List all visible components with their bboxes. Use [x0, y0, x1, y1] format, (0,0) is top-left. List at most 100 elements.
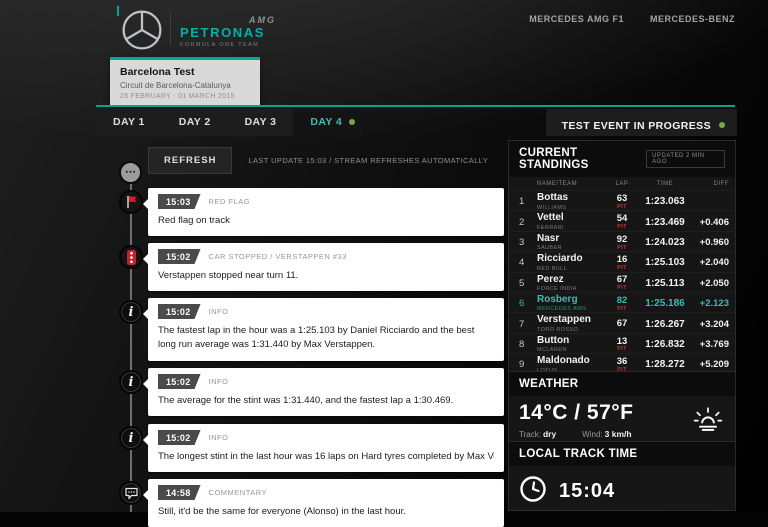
- driver-team: MERCEDES AMG: [537, 306, 587, 313]
- feed-body: The longest stint in the last hour was 1…: [158, 451, 494, 462]
- feed-card: 15:02 INFO The average for the stint was…: [143, 368, 504, 417]
- info-glyph: i: [128, 304, 134, 320]
- lap-count: 16: [616, 253, 628, 265]
- best-time: 1:25.103: [645, 257, 685, 269]
- feed-card: 15:02 CAR STOPPED / VERSTAPPEN #33 Verst…: [143, 243, 504, 292]
- event-card: Barcelona Test Circuit de Barcelona-Cata…: [110, 57, 260, 107]
- pit-flag: PIT: [617, 305, 627, 312]
- time-badge: 15:02: [158, 374, 201, 389]
- event-title: Barcelona Test: [120, 66, 195, 78]
- formula-one-team-text: FORMULA ONE TEAM: [180, 42, 260, 48]
- col-time: TIME: [656, 181, 674, 187]
- lap-count: 63: [616, 192, 628, 204]
- time-badge: 15:02: [158, 430, 201, 445]
- pit-flag: PIT: [617, 224, 627, 231]
- tab-day-3[interactable]: DAY 3: [228, 109, 294, 136]
- standings-row: 4 Ricciardo RED BULL 16 PIT 1:25.103 +2.04…: [509, 251, 735, 272]
- feed-label: RED FLAG: [208, 197, 251, 206]
- feed-item: i 15:02 INFO The fastest lap in the hour…: [119, 298, 504, 361]
- feed-label: COMMENTARY: [208, 488, 268, 497]
- lap-count: 67: [616, 318, 628, 330]
- local-time-value: 15:04: [559, 480, 616, 502]
- driver-name: Button: [537, 334, 570, 346]
- feed-label: CAR STOPPED / VERSTAPPEN #33: [208, 252, 347, 261]
- tab-day-1[interactable]: DAY 1: [96, 109, 162, 136]
- red-flag-icon: [119, 190, 143, 214]
- pit-flag: PIT: [617, 244, 627, 251]
- driver-name: Ricciardo: [537, 253, 583, 265]
- amg-logo-text: AMG: [249, 15, 276, 25]
- driver-team: FORCE INDIA: [537, 286, 577, 293]
- driver-team: FERRARI: [537, 224, 564, 231]
- feed-controls: REFRESH LAST UPDATE 15:03 / STREAM REFRE…: [148, 147, 488, 174]
- info-glyph: i: [128, 374, 134, 390]
- feed-card: 15:02 INFO The longest stint in the last…: [143, 424, 504, 473]
- col-diff: DIFF: [713, 181, 729, 187]
- team-logo: AMG PETRONAS FORMULA ONE TEAM: [180, 15, 276, 48]
- tab-day-4[interactable]: DAY 4: [293, 109, 364, 136]
- time-diff: +0.406: [699, 216, 729, 228]
- driver-name: Perez: [537, 273, 564, 285]
- current-standings-panel: CURRENT STANDINGS UPDATED 2 MIN AGO NAME…: [508, 140, 736, 375]
- time-diff: +3.204: [699, 318, 729, 330]
- tab-day-4-label: DAY 4: [310, 116, 343, 128]
- pit-flag: PIT: [617, 346, 627, 353]
- rank: 7: [519, 318, 525, 330]
- rank: 2: [519, 216, 525, 228]
- event-status-text: TEST EVENT IN PROGRESS: [561, 120, 711, 132]
- info-icon: i: [119, 300, 143, 324]
- rank: 3: [519, 237, 525, 249]
- time-badge: 14:58: [158, 485, 201, 500]
- standings-updated-badge: UPDATED 2 MIN AGO: [646, 150, 725, 168]
- feed-card: 14:58 COMMENTARY Still, it'd be the same…: [143, 479, 504, 527]
- standings-title: CURRENT STANDINGS: [519, 147, 589, 171]
- lap-count: 67: [616, 274, 628, 286]
- local-time-title: LOCAL TRACK TIME: [519, 448, 638, 460]
- standings-column-headers: NAME/TEAM LAP TIME DIFF: [509, 177, 735, 190]
- feed-label: INFO: [208, 433, 229, 442]
- standings-row: 5 Perez FORCE INDIA 67 PIT 1:25.113 +2.050: [509, 271, 735, 293]
- link-mercedes-benz[interactable]: MERCEDES-BENZ: [650, 14, 735, 24]
- info-glyph: i: [128, 430, 134, 446]
- refresh-button[interactable]: REFRESH: [148, 147, 233, 174]
- live-dot-icon: [349, 119, 356, 126]
- feed-item: 15:03 RED FLAG Red flag on track: [119, 188, 504, 237]
- time-badge: 15:02: [158, 304, 201, 319]
- time-diff: +2.050: [699, 277, 729, 289]
- header-links: MERCEDES AMG F1 MERCEDES-BENZ: [529, 14, 735, 24]
- best-time: 1:23.469: [645, 216, 685, 228]
- driver-name: Verstappen: [537, 314, 591, 326]
- last-update-note: LAST UPDATE 15:03 / STREAM REFRESHES AUT…: [248, 156, 489, 165]
- feed-item: i 15:02 INFO The longest stint in the la…: [119, 424, 504, 473]
- rank: 8: [519, 338, 525, 350]
- feed-item: 14:58 COMMENTARY Still, it'd be the same…: [119, 479, 504, 527]
- info-icon: i: [119, 370, 143, 394]
- driver-name: Maldonado: [537, 355, 590, 367]
- sun-haze-icon: [693, 406, 723, 437]
- lap-count: 92: [616, 233, 628, 245]
- feed-card: 15:02 INFO The fastest lap in the hour w…: [143, 298, 504, 361]
- pit-flag: PIT: [617, 285, 627, 292]
- feed-label: INFO: [208, 307, 229, 316]
- standings-row: 8 Button MCLAREN 13 PIT 1:26.832 +3.769: [509, 332, 735, 353]
- driver-name: Vettel: [537, 212, 564, 224]
- driver-name: Nasr: [537, 232, 560, 244]
- local-track-time-panel: LOCAL TRACK TIME 15:04: [508, 441, 736, 511]
- timeline-more-button[interactable]: ⋯: [119, 161, 142, 184]
- rank: 5: [519, 277, 525, 289]
- col-name-team: NAME/TEAM: [537, 181, 578, 187]
- pit-flag: PIT: [617, 264, 627, 271]
- weather-title: WEATHER: [519, 378, 579, 390]
- time-badge: 15:03: [158, 194, 201, 209]
- track-label: Track:: [519, 430, 541, 439]
- event-dates: 26 FEBRUARY - 01 MARCH 2015: [120, 93, 235, 100]
- time-diff: +2.123: [699, 298, 729, 310]
- rank: 4: [519, 257, 525, 269]
- standings-row: 7 Verstappen TORO ROSSO 67 1:26.267 +3.20…: [509, 312, 735, 333]
- rank: 6: [519, 298, 525, 310]
- best-time: 1:25.186: [645, 298, 685, 310]
- time-badge: 15:02: [158, 249, 201, 264]
- tab-day-2[interactable]: DAY 2: [162, 109, 228, 136]
- link-mercedes-amg-f1[interactable]: MERCEDES AMG F1: [529, 14, 624, 24]
- pit-flag: PIT: [617, 203, 627, 210]
